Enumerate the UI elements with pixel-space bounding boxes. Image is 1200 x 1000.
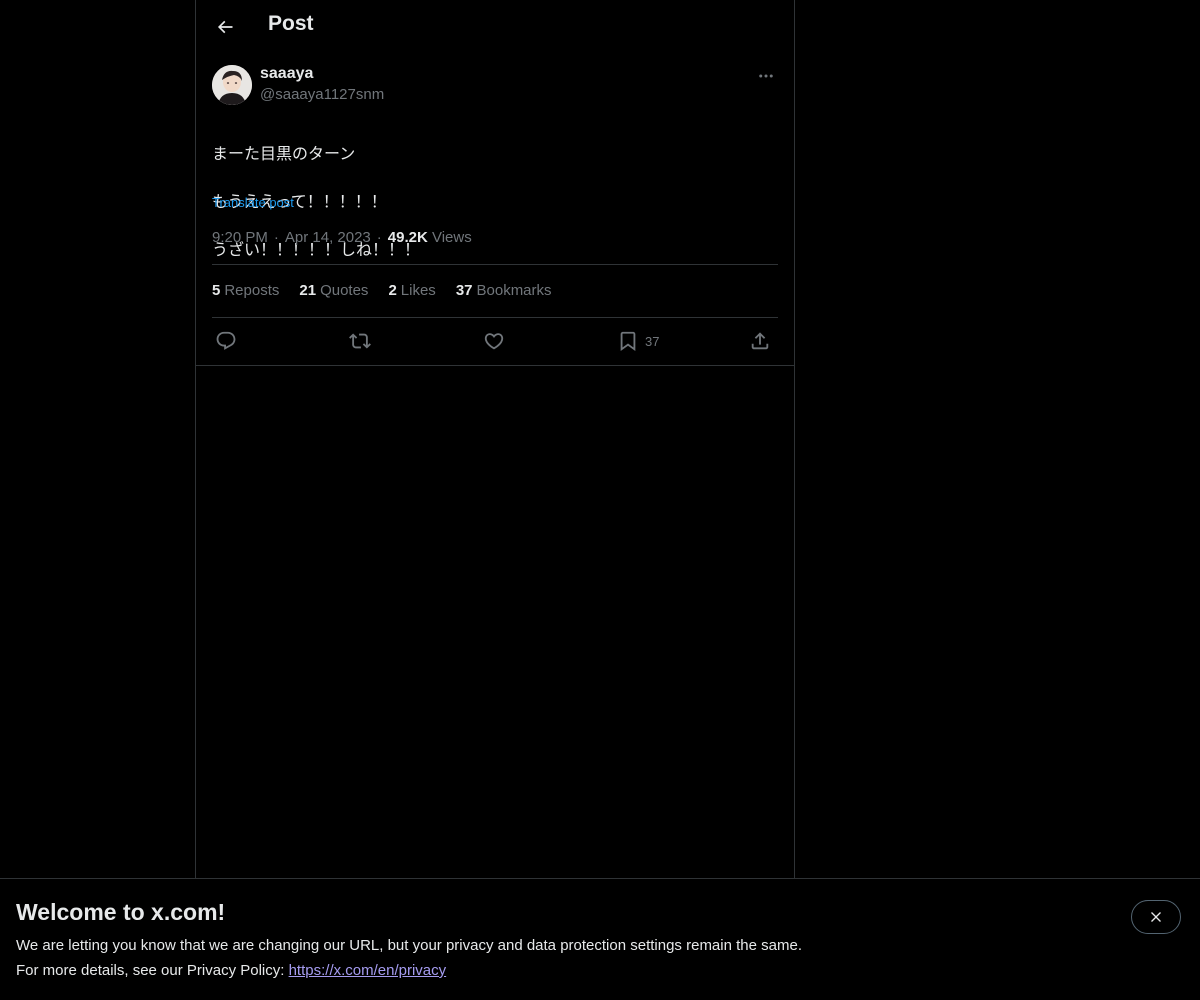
bookmarks-label: Bookmarks <box>476 282 552 299</box>
back-button[interactable] <box>208 10 242 44</box>
privacy-policy-link[interactable]: https://x.com/en/privacy <box>289 962 447 979</box>
banner-message: We are letting you know that we are chan… <box>16 937 802 954</box>
bookmarks-count: 37 <box>455 282 473 299</box>
arrow-left-icon <box>217 20 233 34</box>
post-time[interactable]: 9:20 PM <box>212 229 268 246</box>
more-horizontal-icon <box>759 74 773 78</box>
repost-icon <box>349 333 371 349</box>
views-label: Views <box>431 229 472 246</box>
reposts-stat[interactable]: 5 Reposts <box>212 282 279 299</box>
heart-icon <box>484 333 504 350</box>
url-change-banner: Welcome to x.com! We are letting you kno… <box>0 878 1200 1000</box>
page-title: Post <box>268 12 314 35</box>
quotes-stat[interactable]: 21 Quotes <box>299 282 368 299</box>
divider <box>212 317 778 318</box>
bookmark-button[interactable]: 37 <box>617 328 659 354</box>
author-handle[interactable]: @saaaya1127snm <box>260 86 384 103</box>
banner-privacy-prefix: For more details, see our Privacy Policy… <box>16 962 289 979</box>
quotes-label: Quotes <box>320 282 369 299</box>
post-metadata: 9:20 PM · Apr 14, 2023 · 49.2K Views <box>212 229 472 246</box>
close-banner-button[interactable] <box>1131 900 1181 934</box>
reply-button[interactable] <box>215 328 237 354</box>
reply-icon <box>216 331 236 350</box>
banner-privacy-line: For more details, see our Privacy Policy… <box>16 962 446 979</box>
more-options-button[interactable] <box>754 64 778 88</box>
author-name[interactable]: saaaya <box>260 65 313 83</box>
bookmarks-stat[interactable]: 37 Bookmarks <box>456 282 552 299</box>
action-bar: 37 <box>212 328 778 354</box>
share-button[interactable] <box>749 328 771 354</box>
repost-button[interactable] <box>349 328 371 354</box>
separator: · <box>376 229 382 246</box>
divider <box>196 365 794 366</box>
separator: · <box>273 229 279 246</box>
post-date[interactable]: Apr 14, 2023 <box>285 229 371 246</box>
avatar-image <box>212 65 252 105</box>
bookmark-count: 37 <box>645 333 660 349</box>
post-stats: 5 Reposts 21 Quotes 2 Likes 37 Bookmarks <box>212 282 552 299</box>
like-button[interactable] <box>483 328 505 354</box>
reposts-count: 5 <box>212 282 221 299</box>
reposts-label: Reposts <box>224 282 280 299</box>
quotes-count: 21 <box>299 282 317 299</box>
bookmark-icon <box>620 331 636 352</box>
translate-post-link[interactable]: Translate post <box>212 195 294 210</box>
primary-column: Post saaaya @saaaya1127snm まーた目黒のターン もうえ… <box>195 0 795 1000</box>
avatar[interactable] <box>212 65 252 105</box>
share-icon <box>751 332 769 350</box>
views-count: 49.2K <box>387 229 428 246</box>
post-text-line: まーた目黒のターン <box>212 146 356 163</box>
likes-count: 2 <box>388 282 397 299</box>
likes-stat[interactable]: 2 Likes <box>388 282 435 299</box>
divider <box>212 264 778 265</box>
banner-title: Welcome to x.com! <box>16 899 226 925</box>
likes-label: Likes <box>400 282 436 299</box>
post-header: Post <box>196 0 794 53</box>
close-icon <box>1151 912 1161 922</box>
